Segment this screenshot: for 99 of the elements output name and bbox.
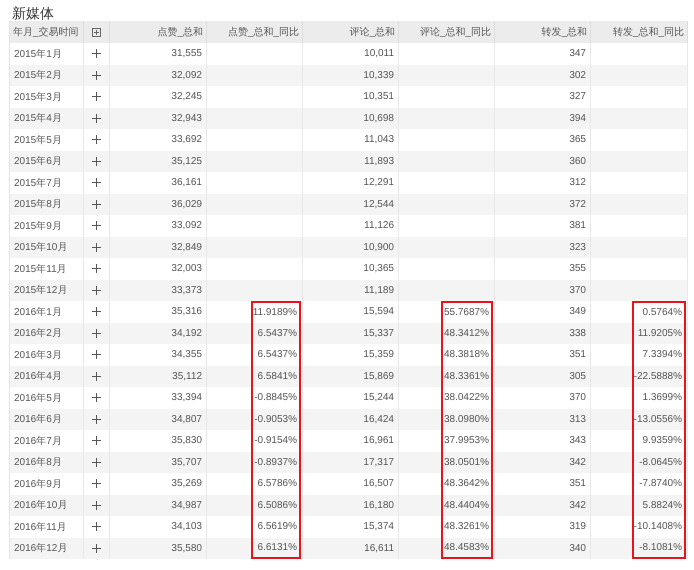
table-cell: 32,849 xyxy=(110,236,207,258)
table-cell: -13.0556% xyxy=(632,408,686,430)
row-label: 2015年4月 xyxy=(10,108,84,129)
plus-icon[interactable] xyxy=(92,372,101,381)
table-cell: 370 xyxy=(495,280,591,301)
table-cell: 16,180 xyxy=(303,494,399,516)
table-cell: 323 xyxy=(495,236,591,258)
table-cell: -0.9053% xyxy=(251,408,301,430)
row-label: 2016年10月 xyxy=(10,494,84,516)
row-label: 2015年10月 xyxy=(10,236,84,258)
table-cell: 10,339 xyxy=(303,64,399,86)
table-cell: 32,092 xyxy=(110,64,207,86)
column-header[interactable]: 年月_交易时间 xyxy=(10,21,84,43)
table-cell: 313 xyxy=(495,408,591,430)
table-cell: 48.4583% xyxy=(441,538,493,559)
table-cell: 35,125 xyxy=(110,150,207,172)
plus-icon[interactable] xyxy=(92,414,101,424)
table-cell: 302 xyxy=(495,64,591,86)
plus-icon[interactable] xyxy=(92,393,101,402)
plus-icon[interactable] xyxy=(92,307,101,316)
row-label: 2015年2月 xyxy=(10,64,84,86)
table-cell: 15,869 xyxy=(303,366,399,387)
table-cell: 48.4404% xyxy=(441,494,493,516)
plus-icon[interactable] xyxy=(92,350,101,360)
row-label: 2016年6月 xyxy=(10,408,84,430)
column-header[interactable]: 转发_总和_同比 xyxy=(591,21,688,43)
column-header[interactable]: 点赞_总和_同比 xyxy=(207,21,303,43)
table-cell: -22.5888% xyxy=(632,366,686,387)
table-cell: 38.0980% xyxy=(441,408,493,430)
plus-icon[interactable] xyxy=(92,458,101,467)
table-cell: 34,987 xyxy=(110,494,207,516)
plus-icon[interactable] xyxy=(92,114,101,123)
table-cell: 342 xyxy=(495,452,591,473)
row-label: 2016年12月 xyxy=(10,538,84,559)
plus-icon[interactable] xyxy=(92,522,101,532)
expand-all-icon[interactable] xyxy=(92,28,101,36)
plus-icon[interactable] xyxy=(92,156,101,166)
column-header[interactable]: 转发_总和 xyxy=(495,21,591,43)
plus-icon[interactable] xyxy=(92,178,101,188)
table-cell: 15,337 xyxy=(303,322,399,344)
table-cell: 372 xyxy=(495,194,591,215)
plus-icon[interactable] xyxy=(92,221,101,230)
row-label: 2015年12月 xyxy=(10,280,84,301)
table-cell: 35,112 xyxy=(110,366,207,387)
plus-icon[interactable] xyxy=(92,286,101,295)
table-cell: 48.3361% xyxy=(441,366,493,387)
plus-icon[interactable] xyxy=(92,328,101,338)
plus-icon[interactable] xyxy=(92,92,101,102)
table-cell: 16,611 xyxy=(303,538,399,559)
table-cell: -0.8937% xyxy=(251,452,301,473)
table-cell: -8.0645% xyxy=(632,452,686,473)
table-cell: 10,900 xyxy=(303,236,399,258)
column-header[interactable]: 点赞_总和 xyxy=(110,21,207,43)
table-cell: 394 xyxy=(495,108,591,129)
table-cell: 11.9205% xyxy=(632,322,686,344)
table-cell: 338 xyxy=(495,322,591,344)
table-cell: 342 xyxy=(495,494,591,516)
table-cell: 6.5437% xyxy=(251,322,301,344)
column-header[interactable]: 评论_总和 xyxy=(303,21,399,43)
plus-icon[interactable] xyxy=(92,479,101,488)
plus-icon[interactable] xyxy=(92,264,101,274)
plus-icon[interactable] xyxy=(92,436,101,446)
table-cell: 6.6131% xyxy=(251,538,301,559)
plus-icon[interactable] xyxy=(92,49,101,58)
row-label: 2015年6月 xyxy=(10,150,84,172)
table-cell: 6.5841% xyxy=(251,366,301,387)
table-cell: 360 xyxy=(495,150,591,172)
table-cell: 34,807 xyxy=(110,408,207,430)
table-cell: 340 xyxy=(495,538,591,559)
table-cell: 5.8824% xyxy=(632,494,686,516)
plus-icon[interactable] xyxy=(92,200,101,209)
table-cell: 35,707 xyxy=(110,452,207,473)
plus-icon[interactable] xyxy=(92,135,101,144)
table-cell: 6.5086% xyxy=(251,494,301,516)
plus-icon[interactable] xyxy=(92,544,101,553)
table-cell: 10,698 xyxy=(303,108,399,129)
table-cell: 305 xyxy=(495,366,591,387)
table-cell: 12,544 xyxy=(303,194,399,215)
table-cell: 16,424 xyxy=(303,408,399,430)
plus-icon[interactable] xyxy=(92,70,101,80)
table-cell: 32,943 xyxy=(110,108,207,129)
table-cell: -8.1081% xyxy=(632,538,686,559)
column-header[interactable]: 评论_总和_同比 xyxy=(399,21,495,43)
row-label: 2015年8月 xyxy=(10,194,84,215)
table-cell: 34,192 xyxy=(110,322,207,344)
table-cell: 38.0501% xyxy=(441,452,493,473)
table-cell: 33,373 xyxy=(110,280,207,301)
row-label: 2016年4月 xyxy=(10,366,84,387)
table-cell: 35,580 xyxy=(110,538,207,559)
table-cell: 48.3412% xyxy=(441,322,493,344)
table-cell: 36,029 xyxy=(110,194,207,215)
row-label: 2016年8月 xyxy=(10,452,84,473)
table-cell: 17,317 xyxy=(303,452,399,473)
page-title: 新媒体 xyxy=(11,4,55,21)
plus-icon[interactable] xyxy=(92,500,101,510)
table-cell: 11,189 xyxy=(303,280,399,301)
table-cell: 11,893 xyxy=(303,150,399,172)
row-label: 2016年2月 xyxy=(10,322,84,344)
plus-icon[interactable] xyxy=(92,242,101,252)
